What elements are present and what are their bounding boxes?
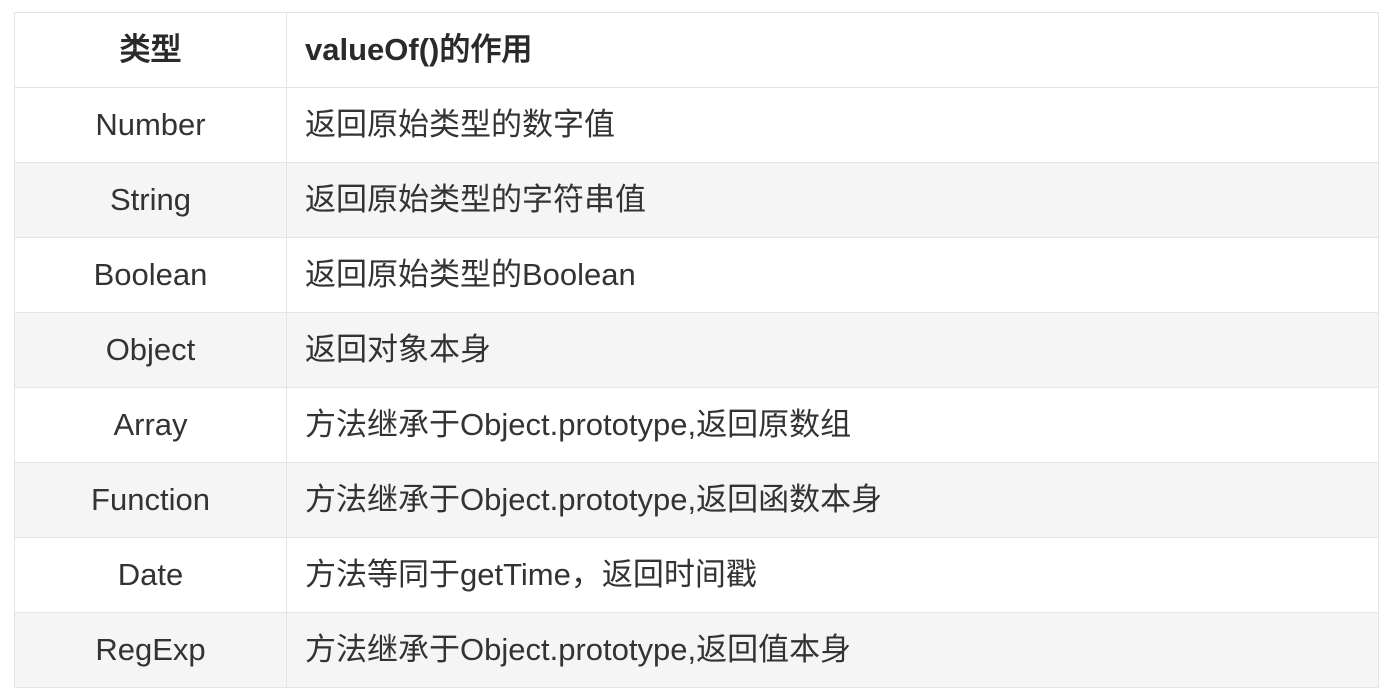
table-row: Object 返回对象本身 [14,312,1379,388]
header-type: 类型 [14,12,287,88]
description-cell: 方法继承于Object.prototype,返回原数组 [286,387,1379,463]
description-cell: 返回对象本身 [286,312,1379,388]
description-cell: 返回原始类型的字符串值 [286,162,1379,238]
description-cell: 返回原始类型的数字值 [286,87,1379,163]
table-row: Date 方法等同于getTime，返回时间戳 [14,537,1379,613]
table-row: RegExp 方法继承于Object.prototype,返回值本身 [14,612,1379,688]
type-cell: String [14,162,287,238]
description-cell: 返回原始类型的Boolean [286,237,1379,313]
table-row: Array 方法继承于Object.prototype,返回原数组 [14,387,1379,463]
table-row: Function 方法继承于Object.prototype,返回函数本身 [14,462,1379,538]
type-cell: Number [14,87,287,163]
table-header-row: 类型 valueOf()的作用 [14,12,1379,88]
type-cell: Array [14,387,287,463]
type-cell: RegExp [14,612,287,688]
table-row: Number 返回原始类型的数字值 [14,87,1379,163]
table-row: String 返回原始类型的字符串值 [14,162,1379,238]
type-cell: Object [14,312,287,388]
description-cell: 方法等同于getTime，返回时间戳 [286,537,1379,613]
table-row: Boolean 返回原始类型的Boolean [14,237,1379,313]
valueof-table-container: 类型 valueOf()的作用 Number 返回原始类型的数字值 String… [14,12,1379,688]
description-cell: 方法继承于Object.prototype,返回函数本身 [286,462,1379,538]
description-cell: 方法继承于Object.prototype,返回值本身 [286,612,1379,688]
type-cell: Function [14,462,287,538]
type-cell: Date [14,537,287,613]
valueof-table: 类型 valueOf()的作用 Number 返回原始类型的数字值 String… [14,12,1379,688]
header-valueof-purpose: valueOf()的作用 [286,12,1379,88]
type-cell: Boolean [14,237,287,313]
